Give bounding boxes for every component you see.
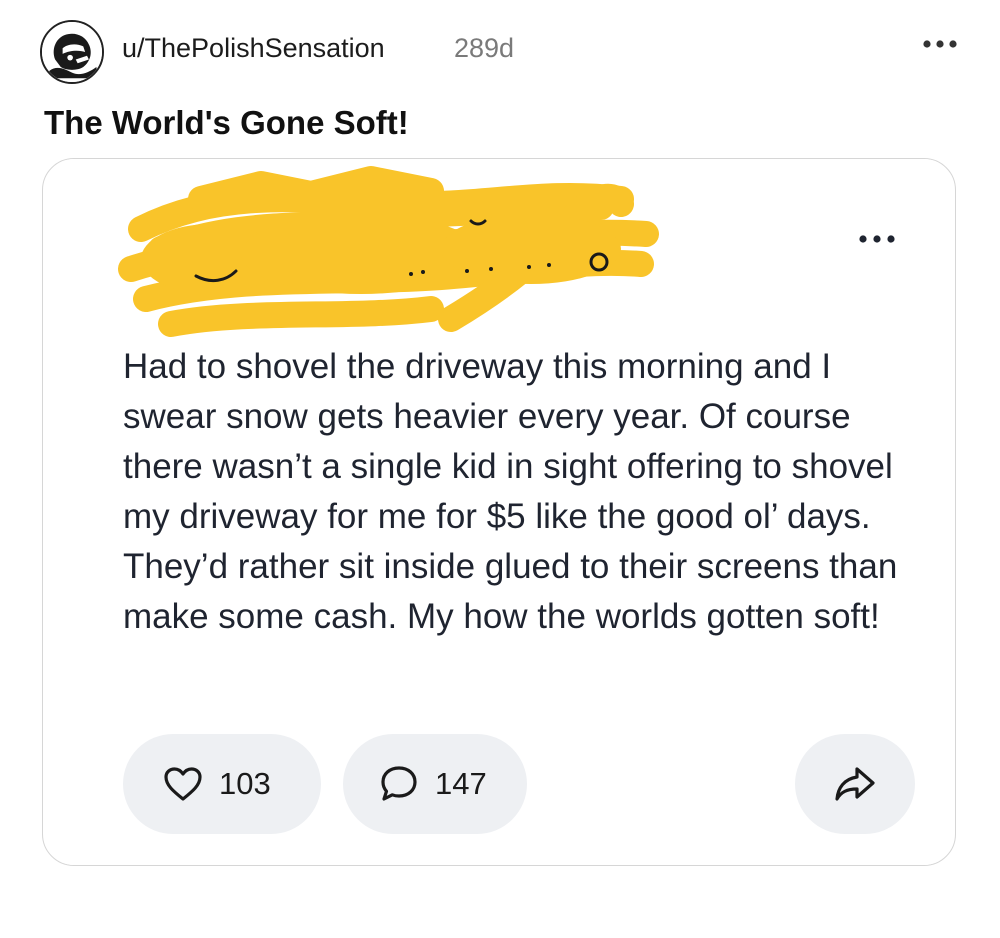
post-age: 289d: [454, 33, 515, 63]
username-link[interactable]: u/ThePolishSensation: [122, 33, 385, 64]
more-horizontal-icon[interactable]: [915, 34, 965, 54]
comment-count: 147: [435, 766, 487, 801]
post-body-text: Had to shovel the driveway this morning …: [123, 347, 898, 636]
comment-bubble-icon: [381, 766, 417, 801]
post-header: u/ThePolishSensation 289d: [40, 16, 970, 84]
redaction-scribble: [118, 166, 659, 337]
card-content: Had to shovel the driveway this morning …: [61, 159, 939, 865]
avatar-image: [42, 22, 102, 82]
comment-button[interactable]: 147: [343, 734, 527, 834]
post-title[interactable]: The World's Gone Soft!: [44, 104, 409, 142]
like-button[interactable]: 103: [123, 734, 321, 834]
share-button[interactable]: [795, 734, 915, 834]
avatar-icon[interactable]: [40, 20, 104, 84]
embedded-screenshot-card: Had to shovel the driveway this morning …: [42, 158, 956, 866]
heart-icon: [164, 767, 202, 801]
like-count: 103: [219, 766, 271, 801]
share-arrow-icon: [835, 767, 875, 801]
more-horizontal-icon[interactable]: [853, 231, 903, 247]
